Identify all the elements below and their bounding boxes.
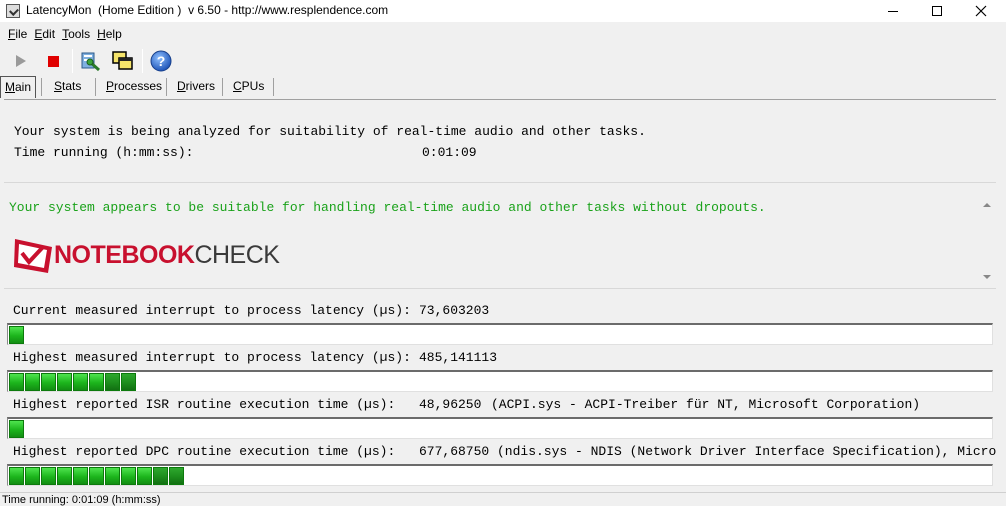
toolbar-separator [72, 49, 73, 73]
measurement-label: Highest reported DPC routine execution t… [13, 444, 396, 459]
logo-wordmark: NOTEBOOKCHECK [54, 241, 280, 270]
close-button[interactable] [959, 0, 1003, 22]
tab-strip: Main Stats Processes Drivers CPUs [0, 76, 1006, 98]
tab-main[interactable]: Main [0, 76, 37, 98]
measurement-value: 48,96250 [419, 397, 482, 412]
help-button[interactable]: ? [148, 48, 174, 74]
verdict-scrollbar[interactable] [980, 199, 994, 283]
measurement-detail: (ACPI.sys - ACPI-Treiber für NT, Microso… [491, 397, 921, 412]
tab-cpus[interactable]: CPUs [229, 76, 268, 98]
menu-edit[interactable]: Edit [32, 25, 60, 43]
latency-bar-block [41, 467, 56, 485]
window-title: LatencyMon (Home Edition ) v 6.50 - http… [26, 3, 389, 17]
tab-stats[interactable]: Stats [50, 76, 85, 98]
measurement-label: Highest measured interrupt to process la… [13, 350, 411, 365]
stop-icon [47, 55, 59, 67]
measurement-detail: (ndis.sys - NDIS (Network Driver Interfa… [497, 444, 996, 459]
tab-separator [273, 78, 274, 96]
measurements-panel: Current measured interrupt to process la… [4, 288, 996, 490]
status-text: Time running: 0:01:09 (h:mm:ss) [2, 494, 161, 506]
maximize-icon [932, 6, 942, 16]
tab-separator [222, 78, 223, 96]
measurement-label: Current measured interrupt to process la… [13, 303, 411, 318]
latency-bar-block [137, 467, 152, 485]
latency-bar-block [73, 467, 88, 485]
latency-bar-block [121, 467, 136, 485]
toolbar: ? [0, 46, 1006, 76]
latency-bar-block [41, 373, 56, 391]
stop-button[interactable] [40, 48, 66, 74]
app-icon [6, 4, 20, 18]
latency-bar-block [89, 373, 104, 391]
maximize-button[interactable] [915, 0, 959, 22]
latency-bar-block [121, 373, 136, 391]
menu-help[interactable]: Help [95, 25, 127, 43]
tab-separator [41, 78, 42, 96]
notebookcheck-logo: NOTEBOOKCHECK [12, 233, 292, 279]
report-icon [81, 52, 100, 72]
latency-bar-block [105, 467, 120, 485]
scroll-up-icon[interactable] [983, 203, 991, 207]
latency-bar-block [153, 467, 168, 485]
measurement-value: 677,68750 [419, 444, 490, 459]
report-button[interactable] [78, 48, 104, 74]
minimize-icon [888, 10, 898, 12]
main-panel: Your system is being analyzed for suitab… [4, 99, 996, 489]
latency-bar-block [73, 373, 88, 391]
latency-bar-block [57, 373, 72, 391]
time-running-label: Time running (h:mm:ss): [14, 145, 194, 160]
latency-bar-block [9, 326, 24, 344]
latency-bar-block [169, 467, 184, 485]
notebook-logo-icon [14, 239, 52, 273]
latency-bar-block [89, 467, 104, 485]
verdict-text: Your system appears to be suitable for h… [9, 200, 766, 215]
analysis-panel: Your system is being analyzed for suitab… [4, 100, 996, 180]
latency-bar-block [25, 467, 40, 485]
tab-processes[interactable]: Processes [102, 76, 166, 98]
verdict-panel: Your system appears to be suitable for h… [4, 182, 996, 286]
title-bar: LatencyMon (Home Edition ) v 6.50 - http… [0, 0, 1006, 22]
latency-bar-fill [9, 326, 25, 344]
tab-separator [166, 78, 167, 96]
tab-separator [95, 78, 96, 96]
latency-bar-block [9, 373, 24, 391]
menu-file[interactable]: File [0, 25, 32, 43]
tab-drivers[interactable]: Drivers [173, 76, 219, 98]
latency-bar-block [9, 467, 24, 485]
help-glyph: ? [157, 53, 166, 69]
measurement-value: 485,141113 [419, 350, 498, 365]
latency-bar-fill [9, 373, 137, 391]
close-icon [975, 5, 987, 17]
play-icon [16, 55, 26, 67]
latency-bar-block [57, 467, 72, 485]
help-icon: ? [150, 50, 172, 72]
minimize-button[interactable] [871, 0, 915, 22]
menu-bar: File Edit Tools Help [0, 25, 127, 43]
time-running-value: 0:01:09 [422, 145, 477, 160]
analyzing-text: Your system is being analyzed for suitab… [14, 124, 646, 139]
start-button[interactable] [8, 48, 34, 74]
latency-bar [7, 370, 993, 392]
latency-bar-fill [9, 420, 25, 438]
latency-bar [7, 417, 993, 439]
latency-bar [7, 323, 993, 345]
latency-bar-block [9, 420, 24, 438]
scroll-down-icon[interactable] [983, 275, 991, 279]
logo-thin: CHECK [194, 241, 280, 269]
measurement-label: Highest reported ISR routine execution t… [13, 397, 396, 412]
latency-bar [7, 464, 993, 486]
windows-icon [112, 51, 133, 70]
menu-tools[interactable]: Tools [60, 25, 95, 43]
logo-bold: NOTEBOOK [54, 241, 195, 269]
latency-bar-fill [9, 467, 185, 485]
status-bar: Time running: 0:01:09 (h:mm:ss) [0, 492, 1006, 506]
latency-bar-block [25, 373, 40, 391]
latency-bar-block [105, 373, 120, 391]
measurement-value: 73,603203 [419, 303, 490, 318]
windows-button[interactable] [110, 48, 136, 74]
toolbar-separator [142, 49, 143, 73]
